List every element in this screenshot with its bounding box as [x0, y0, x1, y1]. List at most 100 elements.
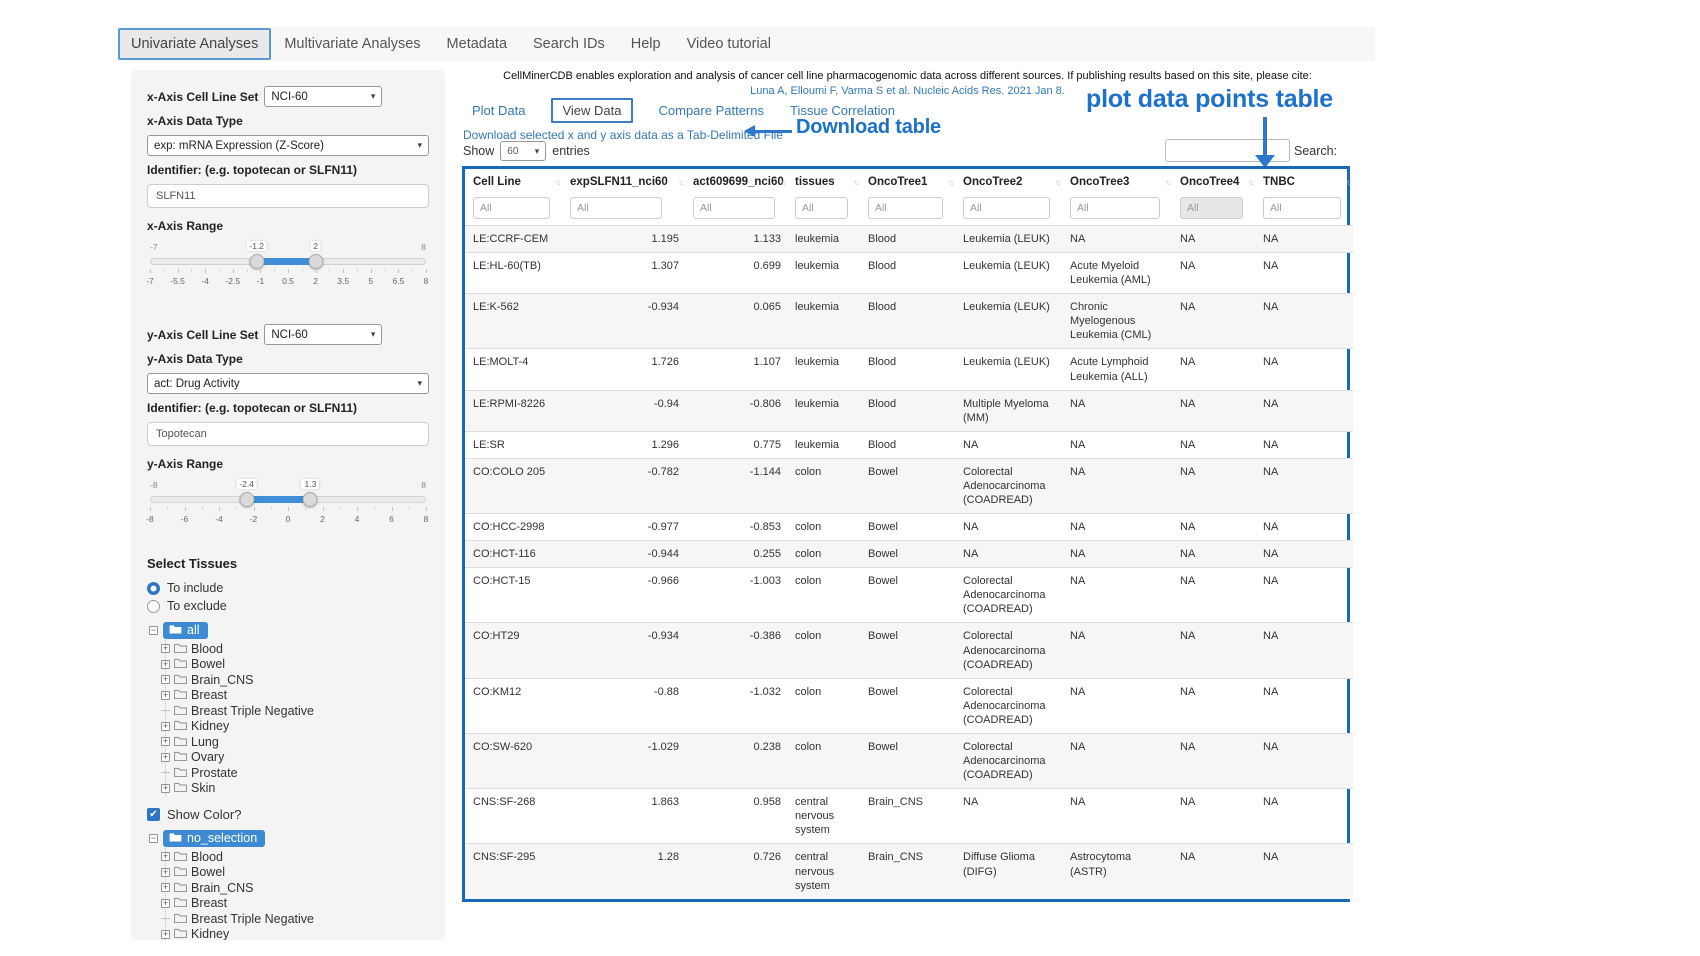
slider-handle-high[interactable]: [303, 492, 318, 507]
column-header-oncotree1[interactable]: OncoTree1↑↓: [860, 169, 955, 194]
expand-icon[interactable]: +: [161, 899, 170, 908]
nav-item-video-tutorial[interactable]: Video tutorial: [674, 28, 784, 60]
tree-item-breast[interactable]: +Breast: [161, 688, 429, 704]
expand-icon[interactable]: +: [161, 868, 170, 877]
table-cell: NA: [1062, 226, 1172, 253]
tree-item-brain-cns[interactable]: +Brain_CNS: [161, 880, 429, 896]
collapse-icon[interactable]: −: [149, 834, 158, 843]
slider-minor-tick: [202, 507, 203, 510]
slider-handle-low[interactable]: [249, 254, 264, 269]
sort-icon[interactable]: ↑↓: [853, 178, 857, 187]
sort-icon[interactable]: ↑↓: [948, 178, 952, 187]
radio-to-exclude[interactable]: To exclude: [147, 597, 429, 615]
expand-icon[interactable]: +: [161, 784, 170, 793]
expand-icon[interactable]: +: [161, 644, 170, 653]
tree-item-skin[interactable]: +Skin: [161, 781, 429, 797]
radio-to-include[interactable]: To include: [147, 579, 429, 597]
y-identifier-input[interactable]: [147, 422, 429, 446]
slider-minor-tick: [271, 507, 272, 510]
slider-handle-high[interactable]: [308, 254, 323, 269]
expand-icon[interactable]: +: [161, 883, 170, 892]
tree-item-kidney[interactable]: +Kidney: [161, 719, 429, 735]
sort-icon[interactable]: ↑↓: [1248, 178, 1252, 187]
filter-expslfn11-nci60[interactable]: [570, 197, 662, 219]
tree-item-label: Breast Triple Negative: [191, 704, 314, 718]
checkbox-checked-icon[interactable]: ✔: [147, 808, 160, 821]
expand-icon[interactable]: +: [161, 737, 170, 746]
column-header-act609699-nci60[interactable]: act609699_nci60↑↓: [685, 169, 787, 194]
filter-oncotree2[interactable]: [963, 197, 1050, 219]
filter-act609699-nci60[interactable]: [693, 197, 775, 219]
column-header-oncotree4[interactable]: OncoTree4↑↓: [1172, 169, 1255, 194]
table-cell: colon: [787, 458, 860, 513]
filter-oncotree4[interactable]: [1180, 197, 1243, 219]
sort-icon[interactable]: ↑↓: [780, 178, 784, 187]
tab-compare-patterns[interactable]: Compare Patterns: [659, 103, 765, 118]
nav-item-help[interactable]: Help: [618, 28, 674, 60]
show-color-row[interactable]: ✔ Show Color?: [147, 805, 429, 823]
column-header-expslfn11-nci60[interactable]: expSLFN11_nci60↑↓: [562, 169, 685, 194]
slider-handle-low[interactable]: [239, 492, 254, 507]
filter-tnbc[interactable]: [1263, 197, 1341, 219]
sort-icon[interactable]: ↑↓: [555, 178, 559, 187]
expand-icon[interactable]: +: [161, 722, 170, 731]
radio-selected-icon[interactable]: [147, 582, 160, 595]
y-axis-cell-line-set-select[interactable]: NCI-60 ▾: [264, 324, 382, 345]
tree-item-breast-triple-negative[interactable]: Breast Triple Negative: [161, 703, 429, 719]
download-tab-delimited-link[interactable]: Download selected x and y axis data as a…: [463, 128, 783, 142]
x-axis-cell-line-set-select[interactable]: NCI-60 ▾: [264, 86, 382, 107]
entries-count-select[interactable]: 60 ▾: [500, 141, 546, 161]
expand-icon[interactable]: +: [161, 930, 170, 939]
nav-item-multivariate-analyses[interactable]: Multivariate Analyses: [271, 28, 433, 60]
tree-item-blood[interactable]: +Blood: [161, 849, 429, 865]
radio-unselected-icon[interactable]: [147, 600, 160, 613]
folder-icon: [174, 704, 187, 718]
tree-item-blood[interactable]: +Blood: [161, 641, 429, 657]
column-header-tissues[interactable]: tissues↑↓: [787, 169, 860, 194]
column-header-oncotree2[interactable]: OncoTree2↑↓: [955, 169, 1062, 194]
nav-item-univariate-analyses[interactable]: Univariate Analyses: [118, 28, 271, 60]
tree-root-all[interactable]: all: [163, 622, 208, 639]
expand-icon[interactable]: +: [161, 852, 170, 861]
nav-item-search-ids[interactable]: Search IDs: [520, 28, 618, 60]
tab-plot-data[interactable]: Plot Data: [472, 103, 525, 118]
tree-item-lung[interactable]: +Lung: [161, 734, 429, 750]
column-header-cell-line[interactable]: Cell Line↑↓: [465, 169, 562, 194]
expand-icon[interactable]: +: [161, 691, 170, 700]
tree-item-kidney[interactable]: +Kidney: [161, 927, 429, 941]
expand-icon[interactable]: +: [161, 660, 170, 669]
tree-item-bowel[interactable]: +Bowel: [161, 865, 429, 881]
y-axis-range-slider[interactable]: -88-2.41.3-8-6-4-202468: [150, 480, 426, 534]
filter-cell-line[interactable]: [473, 197, 550, 219]
tree-item-ovary[interactable]: +Ovary: [161, 750, 429, 766]
expand-icon[interactable]: +: [161, 753, 170, 762]
tree-item-bowel[interactable]: +Bowel: [161, 657, 429, 673]
tree-item-breast[interactable]: +Breast: [161, 896, 429, 912]
column-header-oncotree3[interactable]: OncoTree3↑↓: [1062, 169, 1172, 194]
slider-high-value: 2: [310, 241, 321, 251]
sort-icon[interactable]: ↑↓: [1055, 178, 1059, 187]
table-row: LE:HL-60(TB)1.3070.699leukemiaBloodLeuke…: [465, 253, 1353, 294]
tree-item-brain-cns[interactable]: +Brain_CNS: [161, 672, 429, 688]
sort-icon[interactable]: ↑↓: [1346, 178, 1350, 187]
column-header-tnbc[interactable]: TNBC↑↓: [1255, 169, 1353, 194]
nav-item-metadata[interactable]: Metadata: [434, 28, 520, 60]
filter-tissues[interactable]: [795, 197, 848, 219]
tree-item-breast-triple-negative[interactable]: Breast Triple Negative: [161, 911, 429, 927]
x-axis-range-slider[interactable]: -78-1.22-7-5.5-4-2.5-10.523.556.58: [150, 242, 426, 296]
filter-oncotree1[interactable]: [868, 197, 943, 219]
tab-view-data[interactable]: View Data: [551, 98, 632, 123]
y-axis-data-type-select[interactable]: act: Drug Activity ▾: [147, 373, 429, 394]
collapse-icon[interactable]: −: [149, 626, 158, 635]
sort-icon[interactable]: ↑↓: [678, 178, 682, 187]
filter-oncotree3[interactable]: [1070, 197, 1160, 219]
sort-icon[interactable]: ↑↓: [1165, 178, 1169, 187]
show-label: Show: [463, 144, 494, 158]
tree-item-prostate[interactable]: Prostate: [161, 765, 429, 781]
tree-root-no-selection[interactable]: no_selection: [163, 830, 265, 847]
x-identifier-input[interactable]: [147, 184, 429, 208]
tree-item-label: Prostate: [191, 766, 238, 780]
expand-icon[interactable]: +: [161, 675, 170, 684]
table-cell: NA: [1255, 678, 1353, 733]
x-axis-data-type-select[interactable]: exp: mRNA Expression (Z-Score) ▾: [147, 135, 429, 156]
